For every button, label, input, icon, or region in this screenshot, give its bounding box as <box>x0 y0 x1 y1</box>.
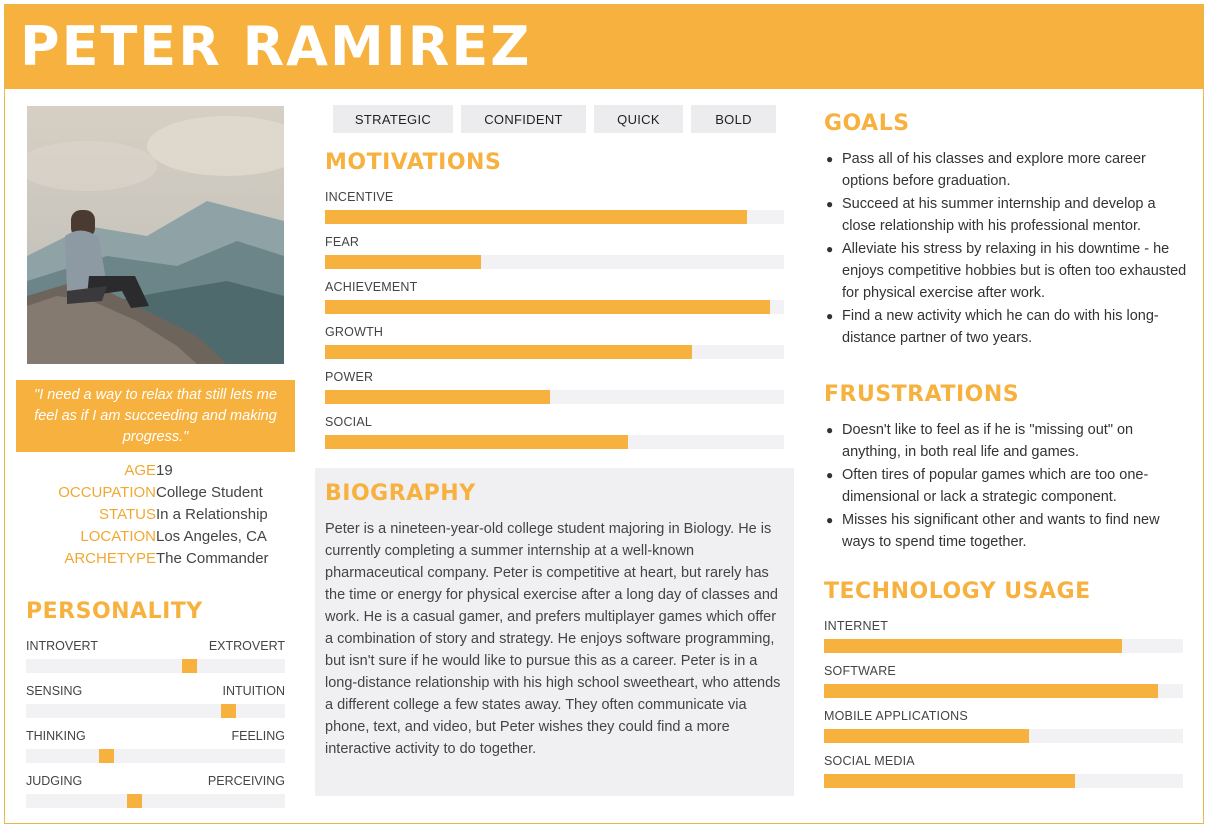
info-label: LOCATION <box>80 528 156 545</box>
bar-label: MOBILE APPLICATIONS <box>824 709 968 723</box>
list-item-text: Alleviate his stress by relaxing in his … <box>842 241 1187 301</box>
slider-right-label: INTUITION <box>222 684 286 698</box>
info-label: AGE <box>124 462 156 479</box>
info-label: ARCHETYPE <box>64 550 156 567</box>
slider-left-label: THINKING <box>26 729 86 743</box>
bar-track <box>325 210 784 224</box>
list-item: ● Pass all of his classes and explore mor… <box>824 148 1189 192</box>
bar-track <box>824 639 1183 653</box>
list-item-text: Find a new activity which he can do with… <box>842 308 1159 346</box>
info-value: The Commander <box>156 550 269 567</box>
persona-photo <box>27 106 284 364</box>
info-row-occupation: OCCUPATION College Student <box>16 484 306 506</box>
bar-fill <box>325 300 771 314</box>
goals-title: GOALS <box>824 111 910 136</box>
info-row-age: AGE 19 <box>16 462 306 484</box>
motivations-title: MOTIVATIONS <box>325 150 502 175</box>
list-item-text: Pass all of his classes and explore more… <box>842 151 1146 189</box>
info-label: STATUS <box>99 506 156 523</box>
bar-track <box>325 345 784 359</box>
bar-fill <box>824 774 1076 788</box>
biography-text: Peter is a nineteen-year-old college stu… <box>325 521 781 757</box>
info-value: In a Relationship <box>156 506 268 523</box>
bar-track <box>325 435 784 449</box>
info-row-status: STATUS In a Relationship <box>16 506 306 528</box>
info-value: Los Angeles, CA <box>156 528 267 545</box>
info-row-archetype: ARCHETYPE The Commander <box>16 550 306 572</box>
header-banner: PETER RAMIREZ <box>5 5 1203 89</box>
technology-title: TECHNOLOGY USAGE <box>824 579 1091 604</box>
trait-tag: BOLD <box>691 105 776 133</box>
slider-left-label: INTROVERT <box>26 639 98 653</box>
trait-tag: QUICK <box>594 105 683 133</box>
slider-left-label: JUDGING <box>26 774 83 788</box>
list-item: ● Often tires of popular games which are … <box>824 464 1189 508</box>
bar-fill <box>325 390 550 404</box>
bar-label: SOCIAL <box>325 415 373 429</box>
bar-track <box>325 255 784 269</box>
info-value: College Student <box>156 484 263 501</box>
persona-name: PETER RAMIREZ <box>20 15 532 78</box>
bar-track <box>325 300 784 314</box>
slider-knob <box>99 749 114 763</box>
frustrations-list: ● Doesn't like to feel as if he is "missi… <box>824 419 1189 554</box>
bar-label: SOCIAL MEDIA <box>824 754 915 768</box>
info-label: OCCUPATION <box>58 484 156 501</box>
list-item: ● Find a new activity which he can do wit… <box>824 305 1189 349</box>
goals-list: ● Pass all of his classes and explore mor… <box>824 148 1189 350</box>
bar-track <box>325 390 784 404</box>
persona-quote: "I need a way to relax that still lets m… <box>16 380 295 452</box>
bar-fill <box>325 435 628 449</box>
trait-tag: CONFIDENT <box>461 105 586 133</box>
slider-left-label: SENSING <box>26 684 83 698</box>
bar-track <box>824 729 1183 743</box>
bullet-icon: ● <box>826 309 834 323</box>
list-item: ● Misses his significant other and wants … <box>824 509 1189 553</box>
bar-label: FEAR <box>325 235 360 249</box>
slider-knob <box>221 704 236 718</box>
biography-title: BIOGRAPHY <box>325 481 476 506</box>
bullet-icon: ● <box>826 152 834 166</box>
bar-fill <box>824 639 1122 653</box>
bar-label: ACHIEVEMENT <box>325 280 418 294</box>
list-item-text: Doesn't like to feel as if he is "missin… <box>842 422 1134 460</box>
bar-fill <box>824 684 1158 698</box>
bar-label: INTERNET <box>824 619 889 633</box>
personality-title: PERSONALITY <box>26 599 203 624</box>
info-value: 19 <box>156 462 173 479</box>
list-item-text: Misses his significant other and wants t… <box>842 512 1160 550</box>
list-item-text: Succeed at his summer internship and dev… <box>842 196 1156 234</box>
slider-knob <box>182 659 197 673</box>
bullet-icon: ● <box>826 423 834 437</box>
bullet-icon: ● <box>826 242 834 256</box>
bullet-icon: ● <box>826 468 834 482</box>
bar-fill <box>824 729 1029 743</box>
list-item: ● Alleviate his stress by relaxing in his… <box>824 238 1189 304</box>
list-item: ● Succeed at his summer internship and de… <box>824 193 1189 237</box>
info-row-location: LOCATION Los Angeles, CA <box>16 528 306 550</box>
bar-label: GROWTH <box>325 325 384 339</box>
bar-track <box>824 774 1183 788</box>
bar-fill <box>325 210 748 224</box>
slider-right-label: PERCEIVING <box>207 774 285 788</box>
bullet-icon: ● <box>826 197 834 211</box>
bar-label: SOFTWARE <box>824 664 896 678</box>
slider-track <box>26 704 285 718</box>
slider-track <box>26 749 285 763</box>
bar-label: POWER <box>325 370 374 384</box>
trait-tag: STRATEGIC <box>333 105 453 133</box>
slider-right-label: FEELING <box>231 729 286 743</box>
slider-track <box>26 794 285 808</box>
slider-right-label: EXTROVERT <box>208 639 285 653</box>
slider-knob <box>127 794 142 808</box>
list-item-text: Often tires of popular games which are t… <box>842 467 1149 505</box>
bar-track <box>824 684 1183 698</box>
bullet-icon: ● <box>826 513 834 527</box>
bar-label: INCENTIVE <box>325 190 394 204</box>
slider-track <box>26 659 285 673</box>
list-item: ● Doesn't like to feel as if he is "missi… <box>824 419 1189 463</box>
bar-fill <box>325 345 693 359</box>
frustrations-title: FRUSTRATIONS <box>824 382 1020 407</box>
bar-fill <box>325 255 482 269</box>
